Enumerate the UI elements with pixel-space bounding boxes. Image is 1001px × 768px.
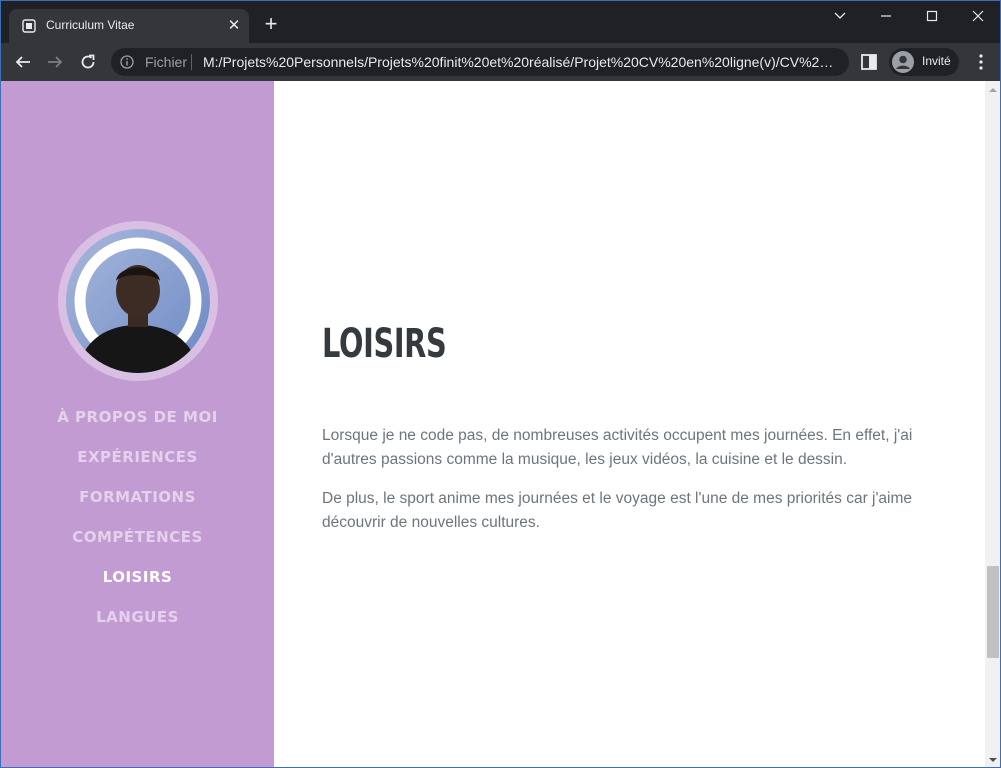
profile-photo	[66, 229, 210, 373]
sidebar: À PROPOS DE MOI EXPÉRIENCES FORMATIONS C…	[1, 81, 274, 767]
tab-curriculum-vitae[interactable]: Curriculum Vitae ✕	[9, 9, 249, 43]
paragraph: De plus, le sport anime mes journées et …	[322, 490, 913, 531]
menu-button[interactable]	[971, 52, 991, 72]
side-panel-icon[interactable]	[859, 52, 879, 72]
forward-button[interactable]	[41, 48, 69, 76]
tab-search-button[interactable]	[817, 1, 863, 31]
tab-title: Curriculum Vitae	[46, 18, 135, 32]
page-icon	[22, 19, 36, 33]
url-text[interactable]: M:/Projets%20Personnels/Projets%20finit%…	[203, 54, 835, 70]
close-icon	[972, 10, 984, 22]
tab-strip: Curriculum Vitae ✕ +	[1, 1, 1000, 43]
address-divider	[191, 54, 192, 70]
reload-icon	[81, 54, 95, 69]
sidebar-nav: À PROPOS DE MOI EXPÉRIENCES FORMATIONS C…	[1, 406, 274, 646]
guest-avatar-icon	[892, 51, 914, 73]
new-tab-button[interactable]: +	[259, 13, 283, 37]
paragraph: Lorsque je ne code pas, de nombreuses ac…	[322, 427, 913, 468]
maximize-icon	[926, 10, 938, 22]
sidebar-item-competences[interactable]: COMPÉTENCES	[1, 526, 274, 566]
maximize-button[interactable]	[909, 1, 955, 31]
more-vert-icon	[979, 54, 983, 70]
profile-button[interactable]: Invité	[889, 48, 959, 76]
close-tab-icon[interactable]: ✕	[225, 17, 243, 35]
sidebar-item-experiences[interactable]: EXPÉRIENCES	[1, 446, 274, 486]
arrow-right-icon	[48, 56, 63, 68]
sidebar-item-loisirs[interactable]: LOISIRS	[1, 566, 274, 606]
browser-toolbar: Fichier M:/Projets%20Personnels/Projets%…	[1, 43, 1000, 81]
minimize-button[interactable]	[863, 1, 909, 31]
profile-label: Invité	[922, 54, 951, 68]
sidebar-item-langues[interactable]: LANGUES	[1, 606, 274, 646]
page-viewport: À PROPOS DE MOI EXPÉRIENCES FORMATIONS C…	[1, 81, 1001, 767]
portrait-image	[66, 229, 210, 373]
scrollbar-thumb[interactable]	[987, 566, 999, 658]
scroll-down-icon[interactable]	[985, 755, 1001, 765]
close-window-button[interactable]	[955, 1, 1000, 31]
reload-button[interactable]	[74, 48, 102, 76]
info-icon[interactable]	[120, 55, 134, 69]
minimize-icon	[881, 15, 891, 17]
arrow-left-icon	[15, 56, 30, 68]
section-heading: LOISIRS	[322, 321, 447, 367]
browser-window: Curriculum Vitae ✕ + Fichier M:/Projets%…	[0, 0, 1001, 768]
scroll-up-icon[interactable]	[985, 85, 1001, 95]
address-bar[interactable]: Fichier M:/Projets%20Personnels/Projets%…	[111, 48, 849, 76]
profile-photo-ring	[58, 221, 218, 381]
vertical-scrollbar[interactable]	[985, 81, 1001, 767]
chevron-down-icon	[834, 12, 846, 19]
sidebar-item-a-propos[interactable]: À PROPOS DE MOI	[1, 406, 274, 446]
scheme-label: Fichier	[145, 54, 188, 70]
back-button[interactable]	[9, 48, 37, 76]
sidebar-item-formations[interactable]: FORMATIONS	[1, 486, 274, 526]
